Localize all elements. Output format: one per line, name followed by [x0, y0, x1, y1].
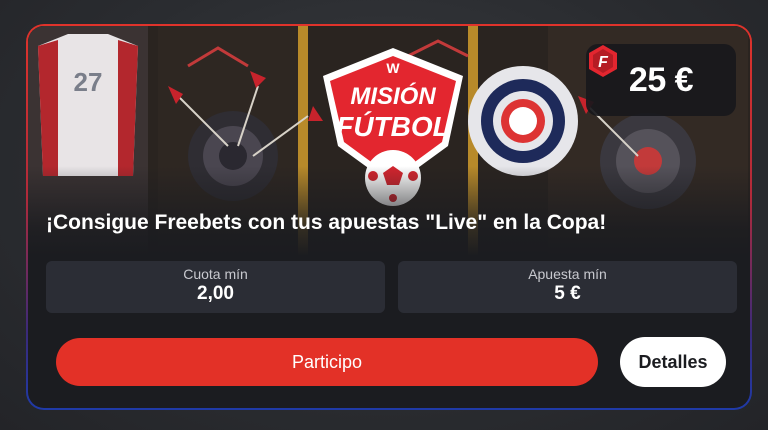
- participate-button[interactable]: Participo: [56, 338, 598, 386]
- promo-headline: ¡Consigue Freebets con tus apuestas "Liv…: [46, 211, 607, 234]
- min-odds-value: 2,00: [197, 283, 234, 304]
- details-button[interactable]: Detalles: [620, 337, 726, 387]
- min-odds-box: Cuota mín 2,00: [46, 261, 385, 313]
- min-stake-value: 5 €: [554, 283, 581, 304]
- jersey-illustration: 27: [38, 34, 138, 176]
- freebet-amount-badge: F 25 €: [586, 44, 736, 116]
- freebet-amount: 25 €: [628, 60, 694, 99]
- logo-top-mark: W: [386, 60, 400, 76]
- min-stake-box: Apuesta mín 5 €: [398, 261, 737, 313]
- jersey-number: 27: [74, 67, 103, 97]
- freebet-coin-icon: F: [589, 45, 617, 77]
- promo-card: 27 W MISIÓN FÚTBOL F 25 € ¡Consigue Free…: [26, 24, 752, 410]
- promo-card-inner: 27 W MISIÓN FÚTBOL F 25 € ¡Consigue Free…: [28, 26, 750, 408]
- min-stake-label: Apuesta mín: [528, 266, 607, 282]
- logo-text-line2: FÚTBOL: [336, 111, 450, 142]
- coin-letter: F: [598, 54, 609, 71]
- logo-text-line1: MISIÓN: [350, 82, 436, 110]
- min-odds-label: Cuota mín: [183, 266, 248, 282]
